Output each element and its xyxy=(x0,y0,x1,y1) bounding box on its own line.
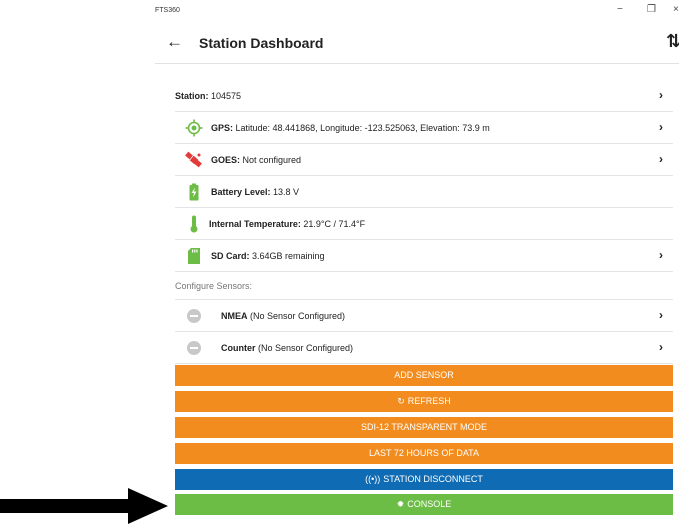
chevron-right-icon: › xyxy=(659,248,663,262)
last-72-hours-button[interactable]: LAST 72 HOURS OF DATA xyxy=(175,443,673,464)
goes-text: GOES: Not configured xyxy=(211,155,302,165)
console-button[interactable]: ✹ CONSOLE xyxy=(175,494,673,515)
gps-row[interactable]: GPS: Latitude: 48.441868, Longitude: -12… xyxy=(175,112,673,144)
chevron-right-icon: › xyxy=(659,152,663,166)
sdi12-transparent-mode-button[interactable]: SDI-12 TRANSPARENT MODE xyxy=(175,417,673,438)
close-icon[interactable]: × xyxy=(673,4,679,16)
disconnect-label: STATION DISCONNECT xyxy=(383,474,483,484)
battery-text: Battery Level: 13.8 V xyxy=(211,187,300,197)
broadcast-icon: ((•)) xyxy=(365,474,381,484)
chevron-right-icon: › xyxy=(659,308,663,322)
app-header: ← Station Dashboard ⇅ xyxy=(155,24,679,64)
sd-card-row[interactable]: SD Card: 3.64GB remaining › xyxy=(175,240,673,272)
minus-circle-icon xyxy=(187,309,201,323)
title-bar: FTS360 − ❐ × xyxy=(155,0,679,22)
add-sensor-button[interactable]: ADD SENSOR xyxy=(175,365,673,386)
temperature-row: Internal Temperature: 21.9°C / 71.4°F xyxy=(175,208,673,240)
sd-card-icon xyxy=(188,248,200,264)
page-title: Station Dashboard xyxy=(199,35,324,51)
console-label: CONSOLE xyxy=(407,499,452,509)
refresh-label: REFRESH xyxy=(407,396,451,406)
goes-row[interactable]: GOES: Not configured › xyxy=(175,144,673,176)
sdi12-label: SDI-12 TRANSPARENT MODE xyxy=(360,422,488,432)
chevron-right-icon: › xyxy=(659,340,663,354)
bug-icon: ✹ xyxy=(396,499,405,509)
gps-icon xyxy=(185,119,203,137)
battery-icon xyxy=(189,183,199,201)
minimize-icon[interactable]: − xyxy=(617,4,623,16)
satellite-icon xyxy=(185,151,202,168)
chevron-right-icon: › xyxy=(659,88,663,102)
thermometer-icon xyxy=(190,215,198,233)
add-sensor-label: ADD SENSOR xyxy=(394,370,454,380)
last72-label: LAST 72 HOURS OF DATA xyxy=(368,448,480,458)
sd-card-text: SD Card: 3.64GB remaining xyxy=(211,251,325,261)
station-disconnect-button[interactable]: ((•)) STATION DISCONNECT xyxy=(175,469,673,490)
maximize-icon[interactable]: ❐ xyxy=(647,4,656,16)
sensor-text: Counter (No Sensor Configured) xyxy=(221,343,354,353)
configure-sensors-label: Configure Sensors: xyxy=(175,272,673,300)
chevron-right-icon: › xyxy=(659,120,663,134)
temperature-text: Internal Temperature: 21.9°C / 71.4°F xyxy=(209,219,366,229)
refresh-icon: ↻ xyxy=(397,396,405,406)
station-text: Station: 104575 xyxy=(175,91,242,101)
station-row[interactable]: Station: 104575 › xyxy=(175,80,673,112)
sync-icon[interactable]: ⇅ xyxy=(666,32,679,50)
station-info-list: Station: 104575 › GPS: Latitude: 48.4418… xyxy=(175,80,673,364)
back-arrow-icon[interactable]: ← xyxy=(166,33,183,51)
gps-text: GPS: Latitude: 48.441868, Longitude: -12… xyxy=(211,123,490,133)
app-name: FTS360 xyxy=(155,7,180,14)
battery-row: Battery Level: 13.8 V xyxy=(175,176,673,208)
refresh-button[interactable]: ↻ REFRESH xyxy=(175,391,673,412)
pointer-arrow-icon xyxy=(0,488,168,524)
sensor-row-counter[interactable]: Counter (No Sensor Configured) › xyxy=(175,332,673,364)
minus-circle-icon xyxy=(187,341,201,355)
sensor-text: NMEA (No Sensor Configured) xyxy=(221,311,346,321)
sensor-row-nmea[interactable]: NMEA (No Sensor Configured) › xyxy=(175,300,673,332)
